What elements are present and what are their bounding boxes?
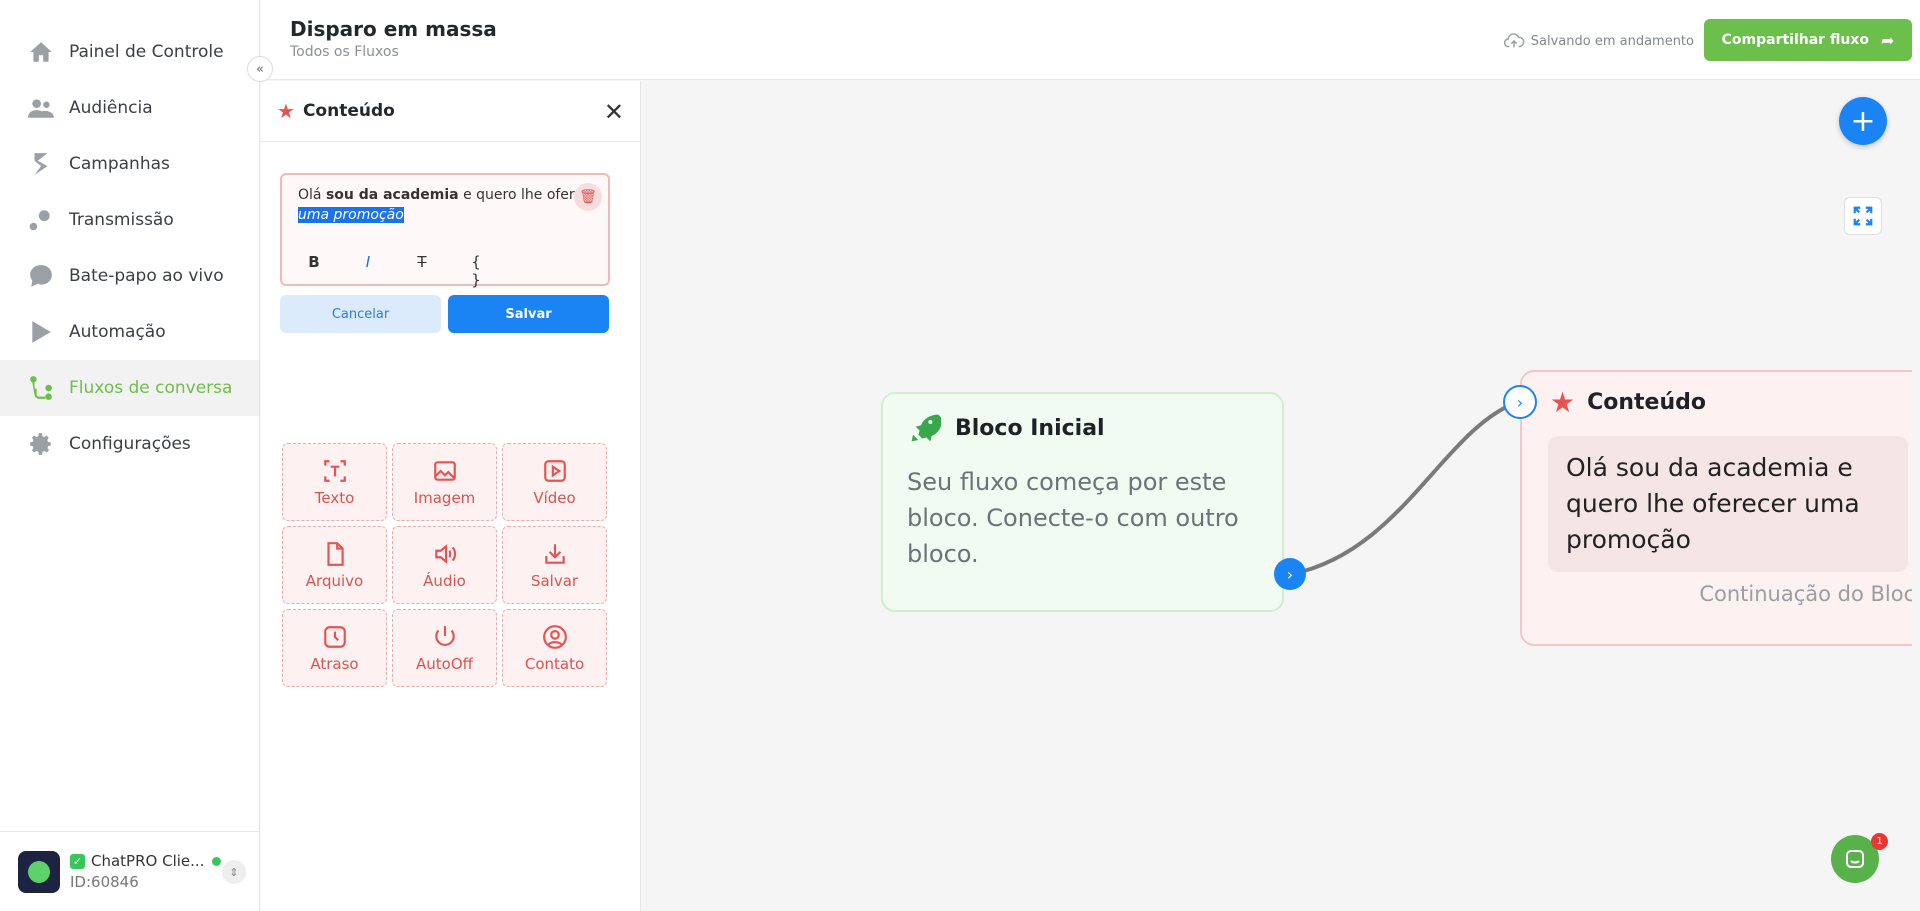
sidebar-item-audiencia[interactable]: Audiência <box>0 80 259 136</box>
cancel-button[interactable]: Cancelar <box>280 295 441 333</box>
sidebar-item-fluxos[interactable]: Fluxos de conversa <box>0 360 259 416</box>
automation-icon <box>28 319 54 345</box>
selected-text: uma promoção <box>298 207 404 223</box>
sidebar-nav: Painel de Controle Audiência Campanhas T… <box>0 0 259 472</box>
bold-button[interactable]: B <box>304 253 324 289</box>
share-icon: ➦ <box>1880 30 1895 50</box>
sidebar-item-configuracoes[interactable]: Configurações <box>0 416 259 472</box>
block-autooff-button[interactable]: AutoOff <box>392 609 497 687</box>
block-delay-button[interactable]: Atraso <box>282 609 387 687</box>
panel-title: Conteúdo <box>302 101 395 121</box>
save-status: Salvando em andamento <box>1503 30 1694 52</box>
block-text-button[interactable]: Texto <box>282 443 387 521</box>
rocket-icon <box>911 414 941 442</box>
panel-header: ★ Conteúdo <box>261 81 640 142</box>
power-icon <box>432 624 458 650</box>
star-icon: ★ <box>277 99 295 123</box>
block-palette: Texto Imagem Vídeo Arquivo Áudio Salvar … <box>282 443 607 687</box>
trash-icon[interactable]: 🗑 <box>574 183 602 211</box>
save-status-text: Salvando em andamento <box>1530 33 1694 49</box>
collapse-sidebar-button[interactable]: « <box>247 56 273 82</box>
save-button[interactable]: Salvar <box>448 295 609 333</box>
sidebar-item-label: Transmissão <box>69 210 174 230</box>
sidebar-item-label: Audiência <box>69 98 153 118</box>
star-icon: ★ <box>1550 386 1576 419</box>
sidebar-item-painel[interactable]: Painel de Controle <box>0 24 259 80</box>
avatar <box>18 850 60 893</box>
message-editor[interactable]: Olá sou da academia e quero lhe oferecer… <box>280 173 610 289</box>
image-icon <box>432 458 458 484</box>
block-save-button[interactable]: Salvar <box>502 526 607 604</box>
account-switcher[interactable]: ✓ ChatPRO Clie... ID:60846 ⇕ <box>0 831 260 911</box>
audio-icon <box>432 541 458 567</box>
check-icon: ✓ <box>70 853 85 869</box>
home-icon <box>28 39 54 65</box>
close-icon[interactable]: ✕ <box>604 98 624 126</box>
content-panel: ★ Conteúdo ✕ Olá sou da academia e quero… <box>261 81 641 911</box>
share-flow-button[interactable]: Compartilhar fluxo ➦ <box>1704 19 1912 61</box>
notification-badge: 1 <box>1871 833 1888 850</box>
text-icon <box>322 458 348 484</box>
input-port[interactable]: › <box>1503 385 1537 419</box>
node-description: Seu fluxo começa por este bloco. Conecte… <box>907 468 1239 568</box>
users-icon <box>28 95 54 121</box>
block-image-button[interactable]: Imagem <box>392 443 497 521</box>
format-toolbar: B I T { } <box>304 253 486 289</box>
sidebar: Painel de Controle Audiência Campanhas T… <box>0 0 260 911</box>
account-id: ID:60846 <box>70 873 139 891</box>
block-file-button[interactable]: Arquivo <box>282 526 387 604</box>
message-text[interactable]: Olá sou da academia e quero lhe oferecer… <box>298 185 588 225</box>
header: Disparo em massa Todos os Fluxos Salvand… <box>261 0 1920 80</box>
download-icon <box>542 541 568 567</box>
continuation-label: Continuação do Bloco <box>1699 582 1912 606</box>
sidebar-item-label: Bate-papo ao vivo <box>69 266 224 286</box>
clock-icon <box>322 624 348 650</box>
sidebar-item-label: Configurações <box>69 434 191 454</box>
gear-icon <box>28 431 54 457</box>
sidebar-item-bate-papo[interactable]: Bate-papo ao vivo <box>0 248 259 304</box>
block-contact-button[interactable]: Contato <box>502 609 607 687</box>
breadcrumb[interactable]: Todos os Fluxos <box>290 44 399 60</box>
account-name: ChatPRO Clie... <box>91 852 205 870</box>
sidebar-item-campanhas[interactable]: Campanhas <box>0 136 259 192</box>
file-icon <box>322 541 348 567</box>
online-status-icon <box>212 856 222 866</box>
sidebar-item-transmissao[interactable]: Transmissão <box>0 192 259 248</box>
italic-button[interactable]: I <box>358 253 378 289</box>
sidebar-item-label: Campanhas <box>69 154 170 174</box>
page-title: Disparo em massa <box>290 17 497 41</box>
sidebar-item-label: Fluxos de conversa <box>69 378 233 398</box>
variable-button[interactable]: { } <box>466 253 486 289</box>
video-icon <box>542 458 568 484</box>
output-port[interactable]: › <box>1274 558 1306 590</box>
strikethrough-button[interactable]: T <box>412 253 432 289</box>
block-audio-button[interactable]: Áudio <box>392 526 497 604</box>
flow-canvas[interactable]: + Bloco Inicial Seu fluxo começa por est… <box>642 81 1912 911</box>
cloud-upload-icon <box>1503 33 1525 48</box>
flow-icon <box>28 375 54 401</box>
content-block-node[interactable]: ★ Conteúdo Olá sou da academia e quero l… <box>1520 370 1912 646</box>
sidebar-item-label: Painel de Controle <box>69 42 224 62</box>
broadcast-icon <box>28 207 54 233</box>
chevron-updown-icon[interactable]: ⇕ <box>222 860 246 884</box>
message-preview: Olá sou da academia e quero lhe oferecer… <box>1548 436 1908 572</box>
contact-icon <box>542 624 568 650</box>
block-video-button[interactable]: Vídeo <box>502 443 607 521</box>
node-title: Conteúdo <box>1587 390 1706 415</box>
sidebar-item-automacao[interactable]: Automação <box>0 304 259 360</box>
chat-icon <box>28 263 54 289</box>
sidebar-item-label: Automação <box>69 322 166 342</box>
chat-icon <box>1846 850 1864 868</box>
campaign-icon <box>28 151 54 177</box>
node-title: Bloco Inicial <box>955 415 1105 441</box>
start-block-node[interactable]: Bloco Inicial Seu fluxo começa por este … <box>881 392 1284 612</box>
